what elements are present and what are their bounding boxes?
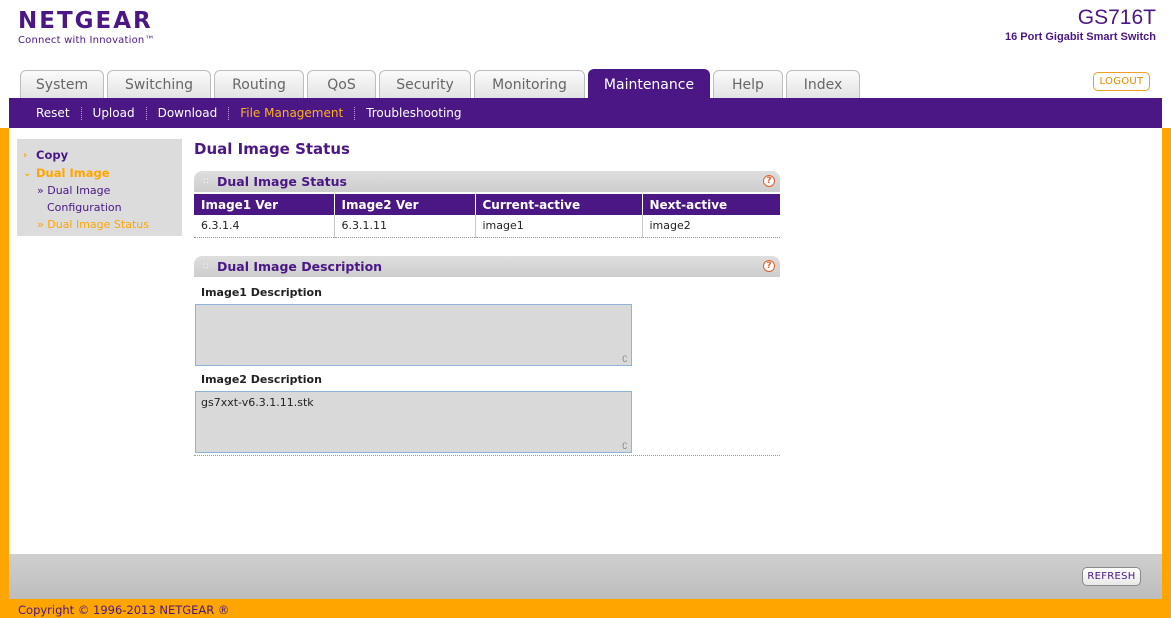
logout-button[interactable]: LOGOUT [1093, 72, 1150, 91]
resize-handle-icon[interactable]: ∁ [622, 443, 631, 452]
logo-tagline: Connect with Innovation™ [18, 35, 155, 46]
subnav-download[interactable]: Download [145, 106, 229, 120]
subnav-troubleshooting[interactable]: Troubleshooting [354, 106, 472, 120]
section-title: Dual Image Status [217, 174, 347, 189]
section-divider [194, 455, 780, 456]
subnav-reset[interactable]: Reset [27, 106, 81, 120]
tab-system[interactable]: System [20, 70, 104, 99]
table-row: 6.3.1.4 6.3.1.11 image1 image2 [194, 215, 780, 238]
image2-description-label: Image2 Description [201, 373, 322, 386]
tab-index[interactable]: Index [786, 70, 860, 99]
sidebar-item-label: Copy [36, 148, 69, 162]
sub-navigation: Reset Upload Download File Management Tr… [9, 98, 1162, 128]
main-tabs: System Switching Routing QoS Security Mo… [20, 69, 863, 99]
footer-bar [9, 554, 1162, 599]
grip-icon: ∷ [203, 176, 209, 187]
grip-icon: ∷ [203, 261, 209, 272]
description-section-header: ∷ Dual Image Description ? [194, 256, 780, 277]
sidebar-subitem-dual-image-configuration[interactable]: » Dual Image Configuration [23, 182, 182, 216]
dual-image-status-table: Image1 Ver Image2 Ver Current-active Nex… [194, 194, 780, 238]
table-cell: image1 [475, 215, 643, 238]
model-description: 16 Port Gigabit Smart Switch [1005, 31, 1156, 43]
subnav-upload[interactable]: Upload [80, 106, 146, 120]
resize-handle-icon[interactable]: ∁ [622, 356, 631, 365]
logo-text: NETGEAR [18, 8, 153, 34]
main-content: › Copy ⌄ Dual Image » Dual Image Configu… [9, 128, 1162, 554]
help-icon[interactable]: ? [763, 260, 775, 272]
model-info: GS716T 16 Port Gigabit Smart Switch [1005, 6, 1156, 43]
app-frame: NETGEAR Connect with Innovation™ GS716T … [0, 0, 1171, 618]
model-name: GS716T [1077, 6, 1156, 29]
sidebar-item-copy[interactable]: › Copy [23, 146, 182, 164]
subnav-file-management[interactable]: File Management [228, 106, 354, 120]
tab-maintenance[interactable]: Maintenance [588, 69, 710, 99]
tab-switching[interactable]: Switching [107, 70, 211, 99]
column-header: Next-active [642, 194, 780, 215]
tab-routing[interactable]: Routing [214, 70, 304, 99]
refresh-button[interactable]: REFRESH [1082, 567, 1141, 586]
column-header: Image1 Ver [194, 194, 335, 215]
status-section-header: ∷ Dual Image Status ? [194, 171, 780, 192]
page-title: Dual Image Status [194, 140, 350, 158]
chevron-right-icon: › [23, 149, 28, 161]
tab-monitoring[interactable]: Monitoring [474, 70, 585, 99]
netgear-logo: NETGEAR Connect with Innovation™ [18, 8, 155, 46]
section-title: Dual Image Description [217, 259, 383, 274]
copyright-text: Copyright © 1996-2013 NETGEAR ® [18, 603, 230, 617]
chevron-down-icon: ⌄ [23, 167, 32, 179]
table-cell: 6.3.1.11 [334, 215, 476, 238]
help-icon[interactable]: ? [763, 175, 775, 187]
tab-qos[interactable]: QoS [307, 70, 376, 99]
table-cell: 6.3.1.4 [194, 215, 335, 238]
tab-help[interactable]: Help [713, 70, 783, 99]
table-header-row: Image1 Ver Image2 Ver Current-active Nex… [194, 194, 780, 215]
sidebar: › Copy ⌄ Dual Image » Dual Image Configu… [17, 139, 182, 236]
image2-description-field[interactable] [195, 391, 632, 453]
sidebar-subitem-label: » Dual Image [37, 184, 111, 197]
sidebar-subitem-label-cont: Configuration [47, 201, 122, 214]
sidebar-item-dual-image[interactable]: ⌄ Dual Image [23, 164, 182, 182]
table-cell: image2 [642, 215, 780, 238]
image1-description-field[interactable] [195, 304, 632, 366]
column-header: Image2 Ver [334, 194, 476, 215]
sidebar-subitem-dual-image-status[interactable]: » Dual Image Status [23, 216, 182, 233]
tab-security[interactable]: Security [379, 70, 471, 99]
column-header: Current-active [475, 194, 643, 215]
image1-description-label: Image1 Description [201, 286, 322, 299]
sidebar-item-label: Dual Image [36, 166, 110, 180]
